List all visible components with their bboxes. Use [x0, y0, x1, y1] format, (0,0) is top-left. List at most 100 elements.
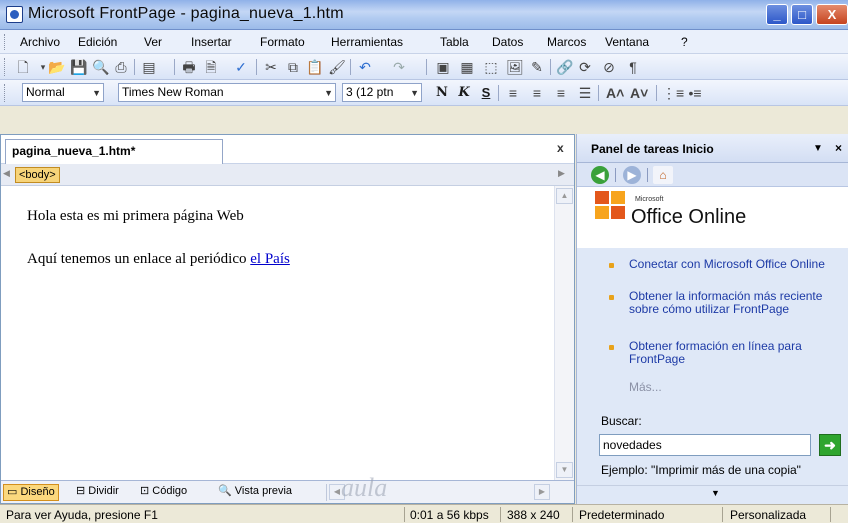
status-download-speed[interactable]: 0:01 a 56 kbps: [410, 508, 489, 522]
menu-insertar[interactable]: Insertar: [191, 35, 232, 49]
close-task-pane-icon[interactable]: ×: [835, 141, 842, 155]
print-icon[interactable]: 🖶: [180, 58, 198, 76]
chevron-down-icon: ▼: [92, 88, 101, 98]
body-tag-button[interactable]: <body>: [15, 167, 60, 183]
open-folder-icon[interactable]: 📂: [48, 58, 66, 76]
more-link[interactable]: Más...: [629, 380, 662, 394]
refresh-icon[interactable]: ⟳: [576, 58, 594, 76]
preview-icon[interactable]: 🗎: [202, 58, 220, 76]
spelling-icon[interactable]: ✓: [232, 58, 250, 76]
menu-marcos[interactable]: Marcos: [547, 35, 586, 49]
chevron-down-icon[interactable]: ▼: [813, 143, 823, 154]
redo-icon[interactable]: ↷: [390, 58, 408, 76]
status-separator: [722, 507, 723, 522]
menu-formato[interactable]: Formato: [260, 35, 305, 49]
menu-edicion[interactable]: Edición: [78, 35, 117, 49]
page-content[interactable]: Hola esta es mi primera página Web Aquí …: [1, 186, 554, 480]
scroll-down-icon[interactable]: ▼: [556, 462, 573, 478]
copy-icon[interactable]: ⧉: [284, 58, 302, 76]
latest-info-link[interactable]: Obtener la información más reciente sobr…: [629, 290, 844, 316]
el-pais-link[interactable]: el País: [250, 251, 290, 267]
size-dropdown[interactable]: 3 (12 ptn ▼: [342, 83, 422, 102]
formatting-toolbar: Normal ▼ Times New Roman ▼ 3 (12 ptn ▼ N…: [0, 80, 848, 106]
design-view-icon: ▭: [7, 486, 18, 498]
toolbar-separator: [550, 59, 551, 75]
insert-layer-icon[interactable]: ⬚: [482, 58, 500, 76]
underline-button[interactable]: S: [476, 84, 496, 102]
insert-table-icon[interactable]: ▦: [458, 58, 476, 76]
close-document-icon[interactable]: x: [557, 141, 564, 155]
close-button[interactable]: X: [816, 4, 848, 25]
save-icon[interactable]: 💾: [70, 58, 88, 76]
publish-icon[interactable]: ⎙: [112, 58, 130, 76]
chevron-right-icon[interactable]: ▶: [558, 168, 565, 179]
font-dropdown[interactable]: Times New Roman ▼: [118, 83, 336, 102]
new-page-icon[interactable]: 🗋: [14, 58, 32, 76]
app-icon[interactable]: [6, 6, 23, 23]
decrease-font-icon[interactable]: A˅: [630, 84, 648, 102]
format-painter-icon[interactable]: 🖌: [328, 58, 346, 76]
style-value: Normal: [26, 85, 65, 99]
align-right-icon[interactable]: ≡: [552, 84, 570, 102]
search-go-button[interactable]: ➜: [819, 434, 841, 456]
scroll-up-icon[interactable]: ▲: [556, 188, 573, 204]
task-pane-title[interactable]: Panel de tareas Inicio: [591, 142, 714, 156]
menu-herramientas[interactable]: Herramientas: [331, 35, 403, 49]
bullets-icon[interactable]: •≡: [686, 84, 704, 102]
bold-button[interactable]: N: [432, 84, 452, 102]
insert-picture-icon[interactable]: 🖼: [506, 58, 524, 76]
tab-codigo-label: Código: [152, 485, 188, 497]
search-input[interactable]: novedades: [599, 434, 811, 456]
status-mode-custom[interactable]: Personalizada: [730, 508, 806, 522]
document-tab[interactable]: pagina_nueva_1.htm*: [5, 139, 223, 164]
stop-icon[interactable]: ⊘: [600, 58, 618, 76]
tab-vista-previa[interactable]: 🔍 Vista previa: [215, 484, 295, 501]
italic-button[interactable]: K: [454, 84, 474, 102]
toolbar-grip[interactable]: [4, 58, 7, 76]
search-icon[interactable]: 🔍: [92, 58, 110, 76]
tab-vista-previa-label: Vista previa: [234, 485, 293, 497]
maximize-button[interactable]: □: [791, 4, 813, 25]
home-icon[interactable]: ⌂: [653, 166, 673, 184]
status-separator: [830, 507, 831, 522]
menu-grip[interactable]: [4, 34, 7, 50]
drawing-icon[interactable]: ✎: [528, 58, 546, 76]
increase-font-icon[interactable]: A˄: [606, 84, 624, 102]
menu-help[interactable]: ?: [681, 35, 688, 49]
status-mode-default[interactable]: Predeterminado: [579, 508, 664, 522]
show-all-icon[interactable]: ¶: [624, 58, 642, 76]
status-help: Para ver Ayuda, presione F1: [6, 508, 158, 522]
menu-ventana[interactable]: Ventana: [605, 35, 649, 49]
chevron-left-icon[interactable]: ◀: [3, 168, 10, 179]
toggle-pane-icon[interactable]: ▤: [140, 58, 158, 76]
tab-dividir[interactable]: ⊟ Dividir: [73, 484, 122, 501]
menu-ver[interactable]: Ver: [144, 35, 162, 49]
align-left-icon[interactable]: ≡: [504, 84, 522, 102]
hyperlink-icon[interactable]: 🔗: [556, 58, 574, 76]
undo-icon[interactable]: ↶: [356, 58, 374, 76]
online-training-link[interactable]: Obtener formación en línea para FrontPag…: [629, 340, 844, 366]
toolbar-grip[interactable]: [4, 84, 7, 102]
menu-archivo[interactable]: Archivo: [20, 35, 60, 49]
back-icon[interactable]: ◀: [591, 166, 609, 184]
expand-down-icon[interactable]: ▼: [711, 488, 720, 498]
menu-tabla[interactable]: Tabla: [440, 35, 469, 49]
connect-office-online-link[interactable]: Conectar con Microsoft Office Online: [629, 258, 844, 271]
paste-icon[interactable]: 📋: [306, 58, 324, 76]
justify-icon[interactable]: ☰: [576, 84, 594, 102]
forward-icon[interactable]: ▶: [623, 166, 641, 184]
minimize-button[interactable]: _: [766, 4, 788, 25]
tab-codigo[interactable]: ⊡ Código: [137, 484, 190, 501]
tab-diseno[interactable]: ▭ Diseño: [3, 484, 59, 501]
vertical-scrollbar[interactable]: ▲ ▼: [554, 186, 574, 480]
office-logo-small-text: Microsoft: [635, 196, 664, 203]
align-center-icon[interactable]: ≡: [528, 84, 546, 102]
task-pane: Panel de tareas Inicio ▼ × ◀ ▶ ⌂ Microso…: [576, 134, 848, 504]
style-dropdown[interactable]: Normal ▼: [22, 83, 104, 102]
scroll-right-icon[interactable]: ▶: [534, 484, 550, 500]
menu-datos[interactable]: Datos: [492, 35, 523, 49]
web-component-icon[interactable]: ▣: [434, 58, 452, 76]
cut-icon[interactable]: ✂: [262, 58, 280, 76]
numbering-icon[interactable]: ⋮≡: [662, 84, 684, 102]
status-dimensions[interactable]: 388 x 240: [507, 508, 560, 522]
